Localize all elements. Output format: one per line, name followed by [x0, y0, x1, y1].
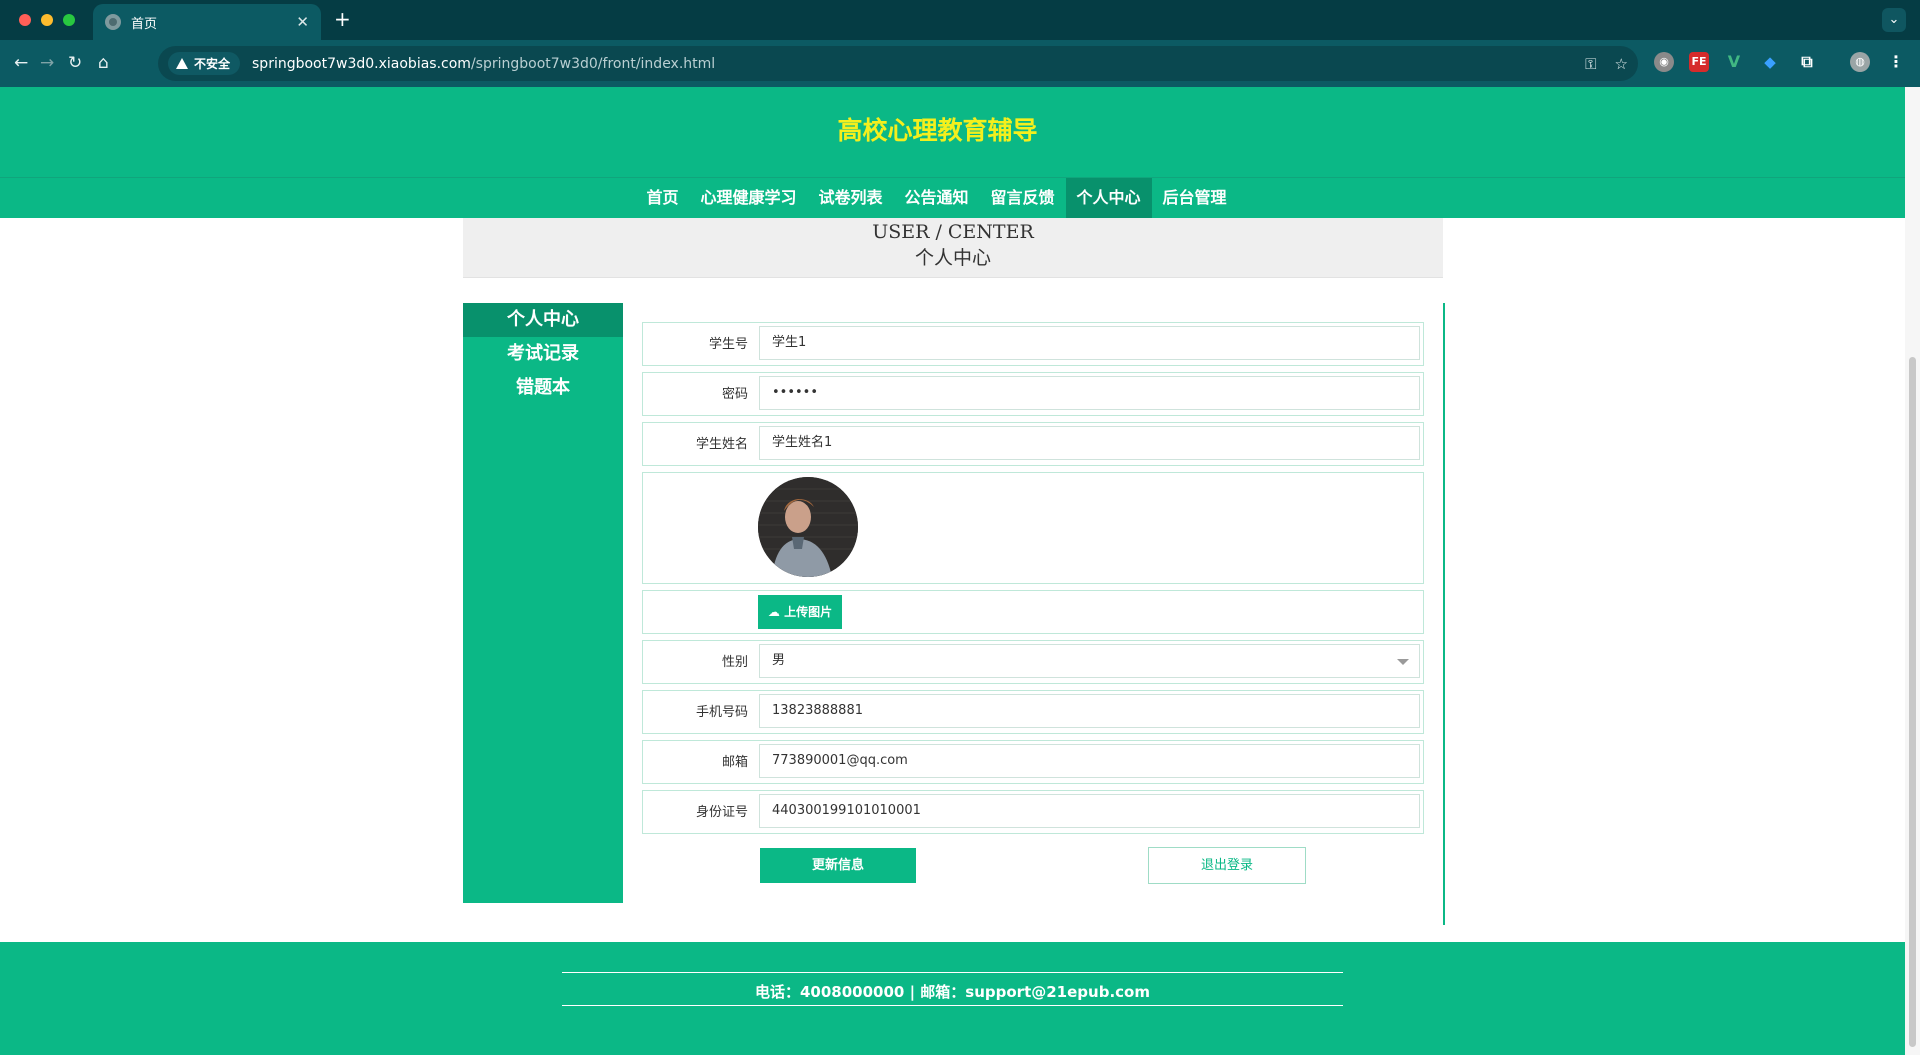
nav-item-home[interactable]: 首页	[635, 178, 689, 219]
sidebar-item-user-center[interactable]: 个人中心	[463, 303, 623, 337]
sidebar-item-exam-records[interactable]: 考试记录	[463, 337, 623, 371]
minimize-window-button[interactable]	[41, 14, 53, 26]
profile-avatar-icon[interactable]: ◍	[1850, 52, 1870, 72]
page-scrollbar[interactable]	[1905, 87, 1920, 1055]
maximize-window-button[interactable]	[63, 14, 75, 26]
form-row-email: 邮箱 773890001@qq.com	[642, 740, 1424, 784]
nav-item-exams[interactable]: 试卷列表	[807, 178, 893, 219]
form-row-password: 密码 ••••••	[642, 372, 1424, 416]
form-row-gender: 性别 男	[642, 640, 1424, 684]
nav-item-user-center[interactable]: 个人中心	[1065, 178, 1152, 219]
extensions-puzzle-icon[interactable]: ⧉	[1797, 52, 1817, 72]
password-key-icon[interactable]: ⚿	[1585, 55, 1596, 73]
banner-title-en: USER / CENTER	[872, 221, 1034, 243]
gender-value: 男	[772, 653, 786, 668]
upload-image-label: 上传图片	[784, 605, 833, 619]
back-icon[interactable]: ←	[14, 53, 28, 73]
banner-title-cn: 个人中心	[914, 247, 991, 269]
address-bar[interactable]: 不安全 springboot7w3d0.xiaobias.com/springb…	[158, 46, 1638, 81]
upload-image-button[interactable]: ☁ 上传图片	[758, 595, 842, 629]
tab-search-button[interactable]: ⌄	[1882, 8, 1906, 32]
form-row-id-card: 身份证号 440300199101010001	[642, 790, 1424, 834]
form-row-student-name: 学生姓名 学生姓名1	[642, 422, 1424, 466]
reload-icon[interactable]: ↻	[68, 53, 82, 73]
forward-icon[interactable]: →	[40, 53, 54, 73]
form-row-avatar	[642, 472, 1424, 584]
extension-fe-icon[interactable]: FE	[1689, 52, 1709, 72]
cloud-upload-icon: ☁	[767, 605, 780, 619]
warning-icon	[176, 58, 188, 69]
id-card-input[interactable]: 440300199101010001	[759, 794, 1420, 828]
site-footer: 电话：4008000000 | 邮箱：support@21epub.com	[0, 942, 1905, 1055]
form-row-upload: ☁ 上传图片	[642, 590, 1424, 634]
password-label: 密码	[721, 387, 748, 402]
sidebar-item-wrong-questions[interactable]: 错题本	[463, 371, 623, 405]
footer-divider-top	[562, 972, 1343, 973]
content-divider	[1443, 303, 1445, 925]
form-row-phone: 手机号码 13823888881	[642, 690, 1424, 734]
main-nav: 首页 心理健康学习 试卷列表 公告通知 留言反馈 个人中心 后台管理	[0, 177, 1905, 219]
profile-form: 学生号 学生1 密码 •••••• 学生姓名 学生姓名1 ☁ 上传图片 性别 男…	[642, 322, 1424, 840]
new-tab-button[interactable]: +	[334, 8, 351, 30]
scrollbar-thumb[interactable]	[1909, 357, 1916, 1047]
chevron-down-icon	[1397, 659, 1409, 665]
url-path: /springboot7w3d0/front/index.html	[470, 55, 716, 72]
email-label: 邮箱	[721, 755, 748, 770]
gender-select[interactable]: 男	[759, 644, 1420, 678]
site-title: 高校心理教育辅导	[837, 116, 1038, 145]
user-sidebar: 个人中心 考试记录 错题本	[463, 303, 623, 903]
phone-label: 手机号码	[695, 705, 748, 720]
gender-label: 性别	[721, 655, 748, 670]
email-input[interactable]: 773890001@qq.com	[759, 744, 1420, 778]
browser-menu-icon[interactable]: ⋮	[1886, 52, 1906, 72]
phone-input[interactable]: 13823888881	[759, 694, 1420, 728]
update-info-button[interactable]: 更新信息	[760, 848, 916, 883]
student-name-label: 学生姓名	[695, 437, 748, 452]
student-no-input[interactable]: 学生1	[759, 326, 1420, 360]
security-chip[interactable]: 不安全	[168, 52, 241, 75]
browser-toolbar: ← → ↻ ⌂ 不安全 springboot7w3d0.xiaobias.com…	[0, 40, 1920, 87]
home-icon[interactable]: ⌂	[98, 53, 109, 73]
browser-tab-bar: 首页 ✕ + ⌄	[0, 0, 1920, 40]
web-page: 高校心理教育辅导 首页 心理健康学习 试卷列表 公告通知 留言反馈 个人中心 后…	[0, 87, 1905, 1055]
nav-item-feedback[interactable]: 留言反馈	[980, 178, 1066, 219]
footer-divider-bottom	[562, 1005, 1343, 1006]
url-host: springboot7w3d0.xiaobias.com	[252, 55, 471, 72]
extension-vue-icon[interactable]: V	[1724, 52, 1744, 72]
extension-pin-icon[interactable]: ◆	[1760, 52, 1780, 72]
extension-avatar-icon[interactable]: ◉	[1654, 52, 1674, 72]
form-row-student-no: 学生号 学生1	[642, 322, 1424, 366]
student-name-input[interactable]: 学生姓名1	[759, 426, 1420, 460]
section-banner: USER / CENTER 个人中心	[463, 218, 1443, 278]
password-input[interactable]: ••••••	[759, 376, 1420, 410]
tab-close-icon[interactable]: ✕	[296, 13, 309, 31]
tab-title: 首页	[131, 16, 158, 32]
nav-item-learning[interactable]: 心理健康学习	[689, 178, 807, 219]
logout-button[interactable]: 退出登录	[1148, 847, 1306, 884]
id-card-label: 身份证号	[695, 805, 748, 820]
nav-item-notices[interactable]: 公告通知	[893, 178, 979, 219]
close-window-button[interactable]	[19, 14, 31, 26]
bookmark-star-icon[interactable]: ☆	[1615, 55, 1628, 73]
nav-item-admin[interactable]: 后台管理	[1152, 178, 1238, 219]
site-header: 高校心理教育辅导	[0, 87, 1905, 177]
student-no-label: 学生号	[708, 337, 748, 352]
avatar	[758, 477, 858, 577]
globe-icon	[105, 14, 121, 30]
footer-contact: 电话：4008000000 | 邮箱：support@21epub.com	[755, 983, 1150, 1001]
browser-tab[interactable]: 首页 ✕	[93, 4, 321, 40]
security-label: 不安全	[194, 57, 231, 71]
window-controls	[19, 14, 75, 26]
